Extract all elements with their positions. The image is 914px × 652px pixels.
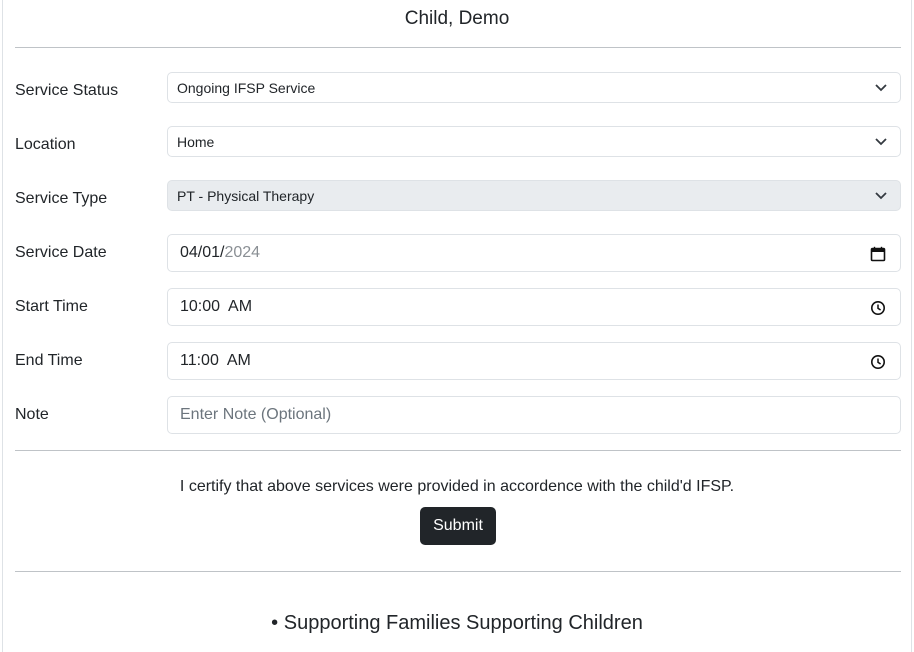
service-type-select[interactable]: PT - Physical Therapy	[167, 180, 901, 211]
start-time-value: 10:00 AM	[180, 298, 253, 315]
service-status-select[interactable]: Ongoing IFSP Service	[167, 72, 901, 103]
service-date-year: 2024	[224, 244, 261, 261]
calendar-icon[interactable]	[870, 246, 886, 262]
divider	[15, 47, 901, 48]
divider	[15, 571, 901, 572]
service-date-input[interactable]: 04/01/2024	[167, 234, 901, 272]
service-date-label: Service Date	[15, 244, 107, 261]
chevron-down-icon	[875, 138, 887, 146]
end-time-input[interactable]: 11:00 AM	[167, 342, 901, 380]
service-type-label: Service Type	[15, 190, 108, 207]
service-type-value: PT - Physical Therapy	[177, 188, 315, 204]
clock-icon[interactable]	[870, 354, 886, 370]
certification-text: I certify that above services were provi…	[179, 478, 735, 495]
page-title: Child, Demo	[404, 8, 510, 29]
end-time-value: 11:00 AM	[180, 352, 251, 369]
location-label: Location	[15, 136, 76, 153]
location-select[interactable]: Home	[167, 126, 901, 157]
location-value: Home	[177, 134, 215, 150]
note-input[interactable]: Enter Note (Optional)	[167, 396, 901, 434]
service-date-mmdd: 04/01/	[180, 244, 225, 261]
start-time-label: Start Time	[15, 298, 88, 315]
note-placeholder: Enter Note (Optional)	[180, 406, 332, 423]
footer-tagline: • Supporting Families Supporting Childre…	[271, 612, 643, 634]
divider	[15, 450, 901, 451]
note-label: Note	[15, 406, 49, 423]
end-time-label: End Time	[15, 352, 83, 369]
service-status-value: Ongoing IFSP Service	[177, 80, 316, 96]
service-status-label: Service Status	[15, 82, 119, 99]
clock-icon[interactable]	[870, 300, 886, 316]
submit-button[interactable]: Submit	[420, 507, 496, 545]
start-time-input[interactable]: 10:00 AM	[167, 288, 901, 326]
chevron-down-icon	[875, 84, 887, 92]
chevron-down-icon	[875, 192, 887, 200]
